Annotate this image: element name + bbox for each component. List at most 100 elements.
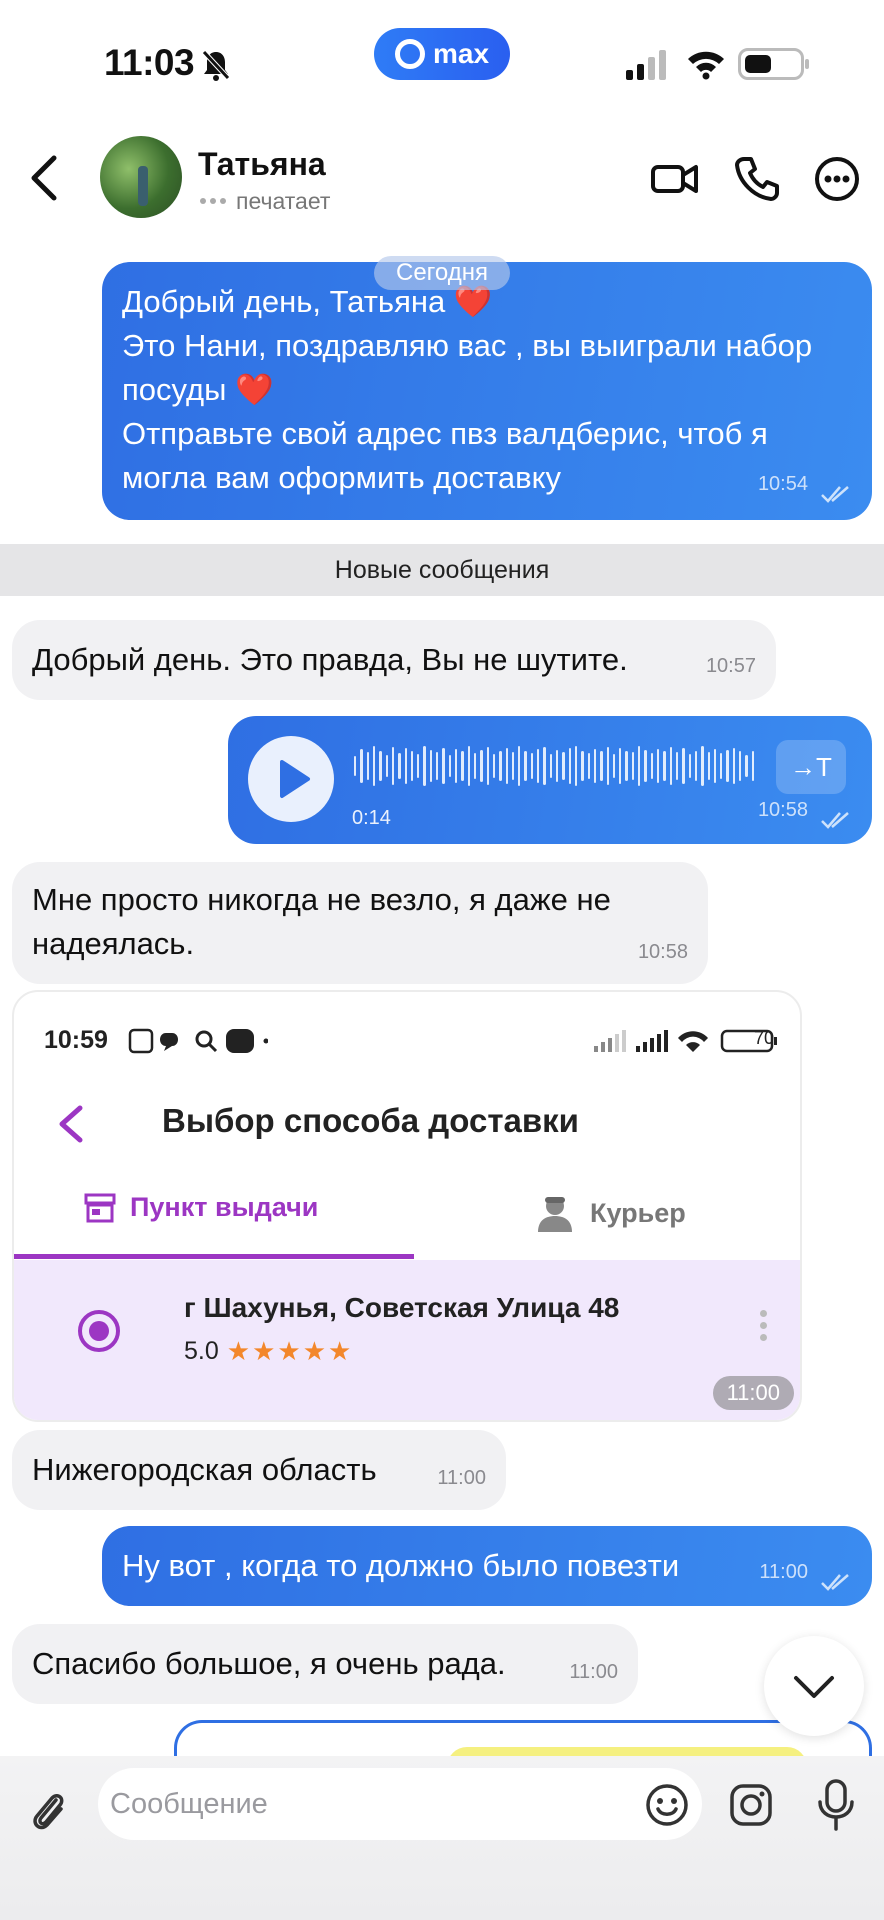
shot-tab-pickup: Пункт выдачи xyxy=(84,1192,318,1223)
waveform-bar xyxy=(574,746,578,786)
transcribe-button[interactable]: →T xyxy=(776,740,846,794)
waveform-bar xyxy=(524,751,527,781)
shot-rating: 5.0 ★★★★★ xyxy=(184,1336,353,1367)
courier-icon xyxy=(538,1197,572,1232)
waveform-bar xyxy=(568,748,571,784)
waveform-bar xyxy=(480,750,483,782)
waveform-bar xyxy=(581,751,584,781)
message-input[interactable] xyxy=(98,1768,702,1840)
incoming-message[interactable]: Нижегородская область 11:00 xyxy=(12,1430,506,1510)
waveform-bar xyxy=(467,746,470,786)
waveform-bar xyxy=(511,752,515,780)
waveform-bar xyxy=(739,751,742,781)
waveform-bar xyxy=(631,752,635,780)
message-time: 11:00 xyxy=(569,1661,618,1683)
waveform-bar xyxy=(657,749,660,783)
scroll-to-bottom-button[interactable] xyxy=(764,1636,864,1736)
waveform-bar xyxy=(379,751,382,781)
read-ticks-icon xyxy=(821,486,849,503)
shot-tab-pickup-label: Пункт выдачи xyxy=(130,1192,319,1222)
voice-duration: 0:14 xyxy=(352,807,391,829)
message-time: 10:58 xyxy=(637,941,688,963)
shot-title: Выбор способа доставки xyxy=(162,1102,579,1139)
composer-bar xyxy=(0,1756,884,1920)
waveform-bar xyxy=(751,751,754,781)
waveform-bar xyxy=(625,751,628,781)
waveform-bar xyxy=(701,746,704,786)
waveform-bar xyxy=(417,754,420,778)
waveform-bar xyxy=(530,753,534,779)
waveform-bar xyxy=(461,751,464,781)
waveform-bar xyxy=(360,749,363,783)
incoming-message[interactable]: Добрый день. Это правда, Вы не шутите. 1… xyxy=(12,620,776,700)
message-time: 10:58 xyxy=(757,799,808,821)
voice-message[interactable]: 0:14 →T 10:58 xyxy=(228,716,872,844)
message-text: Спасибо большое, я очень рада. xyxy=(32,1646,506,1681)
waveform-bar xyxy=(549,754,552,778)
typing-status: печатает xyxy=(236,188,331,214)
waveform-bar xyxy=(707,752,710,780)
waveform-bar xyxy=(619,748,622,784)
camera-icon[interactable] xyxy=(728,1782,774,1828)
outgoing-message[interactable]: Ну вот , когда то должно было повезти 11… xyxy=(102,1526,872,1606)
waveform-bar xyxy=(391,747,395,785)
waveform-bar xyxy=(638,746,641,786)
outgoing-message[interactable]: Добрый день, Татьяна ❤️ Это Нани, поздра… xyxy=(102,262,872,520)
waveform-bar xyxy=(354,756,357,776)
waveform-bar xyxy=(448,755,451,777)
message-text: Ну вот , когда то должно было повезти xyxy=(122,1548,680,1583)
message-text: Мне просто никогда не везло, я даже не н… xyxy=(32,882,620,961)
status-time: 11:03 xyxy=(104,42,195,83)
waveform-bar xyxy=(682,748,685,784)
message-time: 11:00 xyxy=(437,1467,486,1489)
waveform-bar xyxy=(486,747,489,785)
bell-muted-icon xyxy=(202,50,230,81)
contact-name[interactable]: Татьяна xyxy=(198,146,326,183)
waveform-bar xyxy=(694,751,698,781)
message-time: 11:00 xyxy=(712,1376,794,1410)
more-options-icon[interactable] xyxy=(812,154,862,204)
waveform-bar xyxy=(675,752,679,780)
radio-selected-icon xyxy=(78,1310,120,1352)
waveform-bar xyxy=(442,748,445,784)
waveform-bar xyxy=(404,748,407,784)
phone-call-icon[interactable] xyxy=(732,154,782,204)
waveform-bar xyxy=(732,748,736,784)
wifi-icon xyxy=(688,51,724,80)
waveform-bar xyxy=(562,752,565,780)
shot-back-chevron-icon xyxy=(59,1105,83,1143)
voice-waveform[interactable] xyxy=(354,742,754,790)
incoming-message[interactable]: Спасибо большое, я очень рада. 11:00 xyxy=(12,1624,638,1704)
waveform-bar xyxy=(429,750,433,782)
incoming-message[interactable]: Мне просто никогда не везло, я даже не н… xyxy=(12,862,708,984)
waveform-bar xyxy=(612,754,616,778)
waveform-bar xyxy=(518,746,521,786)
waveform-bar xyxy=(366,752,369,780)
video-call-icon[interactable] xyxy=(650,154,700,204)
read-ticks-icon xyxy=(821,812,849,829)
image-message[interactable]: 10:59 70 Выбор способа доставки Пункт вы… xyxy=(12,990,802,1422)
max-app-badge[interactable]: max xyxy=(374,28,510,80)
waveform-bar xyxy=(663,751,666,781)
microphone-icon[interactable] xyxy=(814,1778,858,1832)
message-text: Добрый день. Это правда, Вы не шутите. xyxy=(32,642,628,677)
play-button[interactable] xyxy=(248,736,334,822)
emoji-icon[interactable] xyxy=(644,1782,690,1828)
contact-avatar[interactable] xyxy=(100,136,182,218)
message-time: 10:54 xyxy=(757,473,808,495)
waveform-bar xyxy=(669,747,672,785)
chevron-down-icon xyxy=(794,1676,834,1698)
waveform-bar xyxy=(455,749,458,783)
date-chip: Сегодня xyxy=(374,256,510,290)
status-bar: 11:03 max xyxy=(0,0,884,120)
shot-address: г Шахунья, Советская Улица 48 xyxy=(184,1292,620,1323)
paperclip-icon[interactable] xyxy=(28,1786,68,1836)
waveform-bar xyxy=(398,753,401,779)
waveform-bar xyxy=(726,750,729,782)
shot-tab-courier: Курьер xyxy=(534,1192,686,1234)
max-logo-icon xyxy=(394,39,425,69)
battery-icon xyxy=(738,48,809,80)
waveform-bar xyxy=(436,752,439,780)
waveform-bar xyxy=(720,753,723,779)
back-chevron-icon[interactable] xyxy=(24,150,64,206)
